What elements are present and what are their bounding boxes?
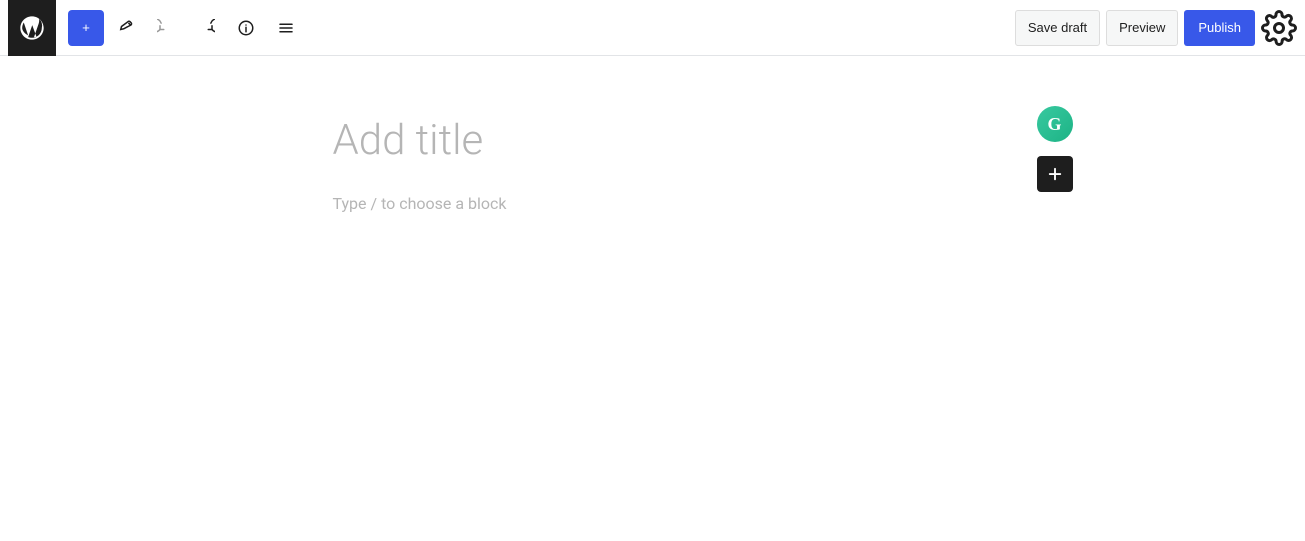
info-icon <box>237 19 255 37</box>
grammarly-badge[interactable]: G <box>1037 106 1073 142</box>
block-placeholder[interactable]: Type / to choose a block <box>333 190 973 217</box>
save-draft-button[interactable]: Save draft <box>1015 10 1100 46</box>
wordpress-icon <box>18 14 46 42</box>
title-area[interactable]: Add title <box>333 116 973 166</box>
tools-button[interactable] <box>108 10 144 46</box>
info-button[interactable] <box>228 10 264 46</box>
grammarly-letter: G <box>1047 114 1061 135</box>
settings-icon <box>1261 10 1297 46</box>
editor-area: Add title Type / to choose a block G <box>0 56 1305 541</box>
undo-icon <box>157 19 175 37</box>
toolbar: + <box>0 0 1305 56</box>
preview-button[interactable]: Preview <box>1106 10 1178 46</box>
undo-button[interactable] <box>148 10 184 46</box>
redo-icon <box>197 19 215 37</box>
plus-icon <box>1046 165 1064 183</box>
pencil-icon <box>117 19 135 37</box>
toolbar-right: Save draft Preview Publish <box>1015 10 1297 46</box>
wp-logo[interactable] <box>8 0 56 56</box>
toolbar-left: + <box>8 0 1015 56</box>
add-block-dark-button[interactable] <box>1037 156 1073 192</box>
settings-button[interactable] <box>1261 10 1297 46</box>
redo-button[interactable] <box>188 10 224 46</box>
title-placeholder[interactable]: Add title <box>333 116 973 166</box>
publish-button[interactable]: Publish <box>1184 10 1255 46</box>
list-view-icon <box>277 19 295 37</box>
list-view-button[interactable] <box>268 10 304 46</box>
editor-content: Add title Type / to choose a block G <box>333 116 973 217</box>
add-block-button[interactable]: + <box>68 10 104 46</box>
